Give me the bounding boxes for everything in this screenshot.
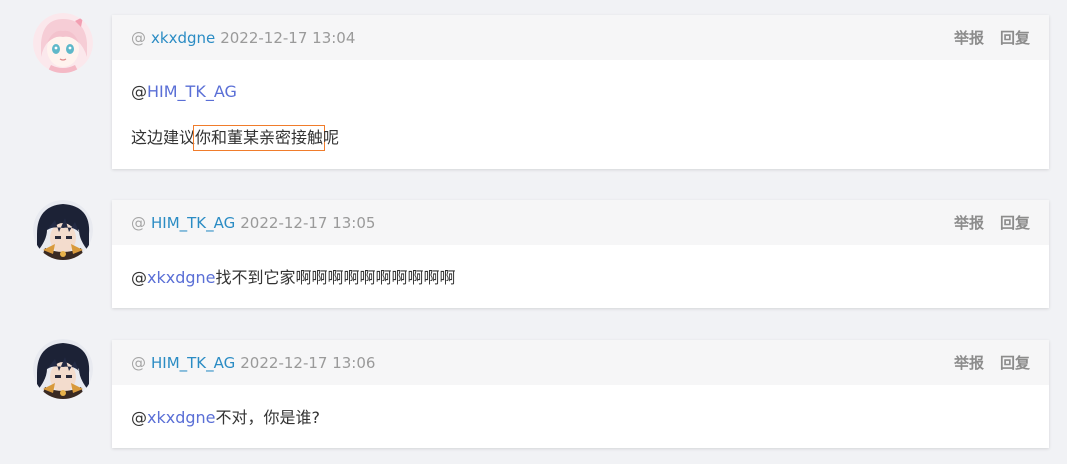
- comment-text: 这边建议 你和董某亲密接触呢: [131, 125, 1030, 151]
- at-symbol: @: [131, 28, 146, 47]
- comment-actions: 举报 回复: [954, 352, 1030, 373]
- comment-body: @ HIM_TK_AG 这边建议 你和董某亲密接触呢: [112, 81, 1049, 151]
- comment-body: @ xkxdgne 找不到它家啊啊啊啊啊啊啊啊啊啊: [112, 267, 1049, 289]
- comment-header: @ HIM_TK_AG 2022-12-17 13:05 举报 回复: [112, 200, 1049, 245]
- comment-body: @ xkxdgne 不对，你是谁?: [112, 407, 1049, 429]
- comment-text: @ xkxdgne 找不到它家啊啊啊啊啊啊啊啊啊啊: [131, 267, 1030, 289]
- mention-link[interactable]: xkxdgne: [147, 407, 216, 429]
- text-after: 呢: [323, 128, 340, 147]
- author-username[interactable]: xkxdgne: [151, 29, 215, 47]
- at-symbol: @: [131, 408, 147, 427]
- comment-timestamp: 2022-12-17 13:06: [240, 353, 376, 372]
- comment-timestamp: 2022-12-17 13:05: [240, 213, 376, 232]
- comment-timestamp: 2022-12-17 13:04: [220, 28, 356, 47]
- comment-actions: 举报 回复: [954, 212, 1030, 233]
- comment-content: 找不到它家啊啊啊啊啊啊啊啊啊啊: [215, 268, 456, 287]
- comment-header: @ xkxdgne 2022-12-17 13:04 举报 回复: [112, 15, 1049, 60]
- reply-button[interactable]: 回复: [1000, 27, 1030, 48]
- at-symbol: @: [131, 82, 147, 101]
- comment-card: @ HIM_TK_AG 2022-12-17 13:05 举报 回复 @ xkxd…: [112, 200, 1049, 308]
- mention-link[interactable]: xkxdgne: [147, 267, 216, 289]
- at-symbol: @: [131, 213, 146, 232]
- reply-button[interactable]: 回复: [1000, 352, 1030, 373]
- comment-header: @ HIM_TK_AG 2022-12-17 13:06 举报 回复: [112, 340, 1049, 385]
- reply-button[interactable]: 回复: [1000, 212, 1030, 233]
- mention-link[interactable]: HIM_TK_AG: [147, 81, 237, 103]
- comment-text: @ xkxdgne 不对，你是谁?: [131, 407, 1030, 429]
- at-symbol: @: [131, 353, 146, 372]
- at-symbol: @: [131, 268, 147, 287]
- comment-actions: 举报 回复: [954, 27, 1030, 48]
- report-button[interactable]: 举报: [954, 212, 984, 233]
- author-username[interactable]: HIM_TK_AG: [151, 354, 235, 372]
- dark-hair-character-avatar-icon[interactable]: [33, 339, 93, 399]
- dark-hair-character-avatar-icon[interactable]: [33, 200, 93, 260]
- text-before: 这边建议: [131, 128, 196, 147]
- comment-card: @ HIM_TK_AG 2022-12-17 13:06 举报 回复 @ xkxd…: [112, 340, 1049, 448]
- comment-content: 不对，你是谁?: [215, 408, 321, 427]
- comment-card: @ xkxdgne 2022-12-17 13:04 举报 回复 @ HIM_TK…: [112, 15, 1049, 169]
- mention-line: @ HIM_TK_AG: [131, 81, 1030, 103]
- author-username[interactable]: HIM_TK_AG: [151, 214, 235, 232]
- report-button[interactable]: 举报: [954, 27, 984, 48]
- report-button[interactable]: 举报: [954, 352, 984, 373]
- anime-girl-avatar-icon[interactable]: [33, 13, 93, 73]
- highlighted-text: 你和董某亲密接触: [193, 125, 326, 151]
